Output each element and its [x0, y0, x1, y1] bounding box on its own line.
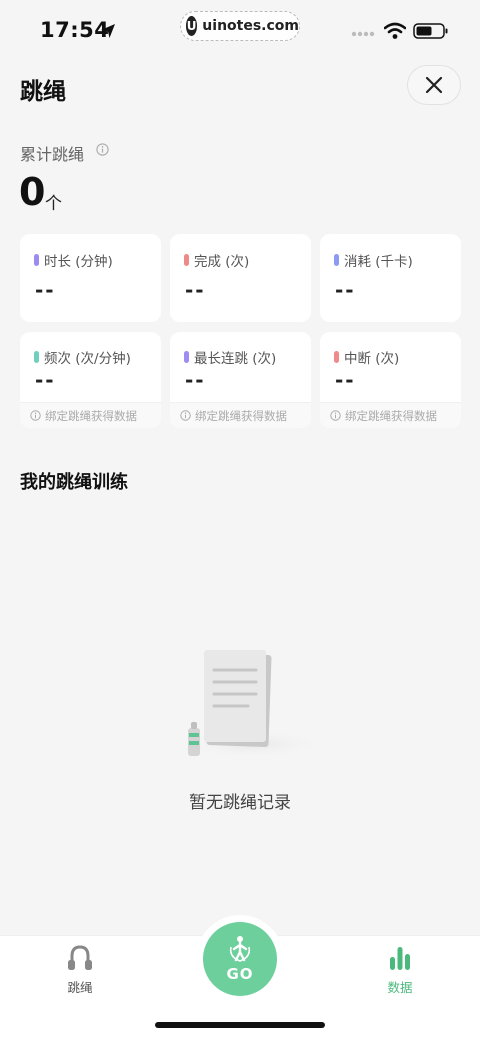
- stat-value: --: [185, 368, 206, 392]
- home-indicator: [155, 1022, 325, 1028]
- bind-rope-hint[interactable]: 绑定跳绳获得数据: [320, 402, 461, 428]
- location-arrow-icon: [101, 24, 115, 38]
- tab-rope[interactable]: 跳绳: [40, 945, 120, 996]
- battery-icon: [413, 23, 448, 39]
- training-section-title: 我的跳绳训练: [20, 472, 128, 493]
- wifi-icon: [384, 22, 406, 39]
- close-icon: [425, 76, 443, 94]
- bind-hint-text: 绑定跳绳获得数据: [195, 408, 287, 423]
- stat-card-calories: 消耗 (千卡) --: [320, 234, 461, 322]
- color-pill: [34, 254, 39, 266]
- bind-hint-text: 绑定跳绳获得数据: [45, 408, 137, 423]
- stat-card-completed: 完成 (次) --: [170, 234, 311, 322]
- jumping-person-icon: [229, 936, 251, 962]
- color-pill: [34, 351, 39, 363]
- stat-label: 时长 (分钟): [44, 254, 113, 270]
- color-pill: [334, 254, 339, 266]
- bind-rope-hint[interactable]: 绑定跳绳获得数据: [20, 402, 161, 428]
- stat-value: --: [335, 368, 356, 392]
- stat-value: --: [185, 278, 206, 302]
- info-icon: [30, 410, 41, 421]
- stat-value: --: [35, 368, 56, 392]
- stat-label: 中断 (次): [344, 351, 400, 367]
- signal-icon: [351, 31, 375, 37]
- tab-rope-label: 跳绳: [67, 980, 93, 995]
- watermark-logo: U: [186, 16, 198, 36]
- stat-card-frequency: 频次 (次/分钟) -- 绑定跳绳获得数据: [20, 332, 161, 428]
- stat-label: 最长连跳 (次): [194, 351, 277, 367]
- bind-rope-hint[interactable]: 绑定跳绳获得数据: [170, 402, 311, 428]
- total-value: 0: [19, 170, 46, 214]
- color-pill: [334, 351, 339, 363]
- tab-data-label: 数据: [387, 980, 413, 995]
- total-label: 累计跳绳: [20, 145, 85, 164]
- status-bar: 17:54 U uinotes.com: [0, 0, 480, 62]
- bar-chart-icon: [390, 947, 410, 970]
- stat-card-duration: 时长 (分钟) --: [20, 234, 161, 322]
- info-icon: [180, 410, 191, 421]
- watermark: U uinotes.com: [180, 11, 300, 41]
- stat-card-longest-streak: 最长连跳 (次) -- 绑定跳绳获得数据: [170, 332, 311, 428]
- color-pill: [184, 351, 189, 363]
- total-unit: 个: [45, 194, 62, 214]
- color-pill: [184, 254, 189, 266]
- go-button[interactable]: GO: [203, 922, 277, 996]
- bind-hint-text: 绑定跳绳获得数据: [345, 408, 437, 423]
- info-icon: [330, 410, 341, 421]
- empty-record-illustration: [180, 650, 322, 758]
- tab-data[interactable]: 数据: [360, 945, 440, 996]
- go-label: GO: [226, 965, 254, 983]
- watermark-text: uinotes.com: [202, 18, 299, 34]
- stat-value: --: [335, 278, 356, 302]
- page-title: 跳绳: [20, 79, 66, 105]
- empty-record-text: 暂无跳绳记录: [189, 793, 291, 813]
- stat-label: 频次 (次/分钟): [44, 351, 131, 367]
- stat-card-interruptions: 中断 (次) -- 绑定跳绳获得数据: [320, 332, 461, 428]
- stat-value: --: [35, 278, 56, 302]
- info-icon[interactable]: [96, 143, 109, 156]
- jump-rope-icon: [68, 945, 92, 970]
- stat-label: 消耗 (千卡): [344, 254, 413, 270]
- stat-label: 完成 (次): [194, 254, 250, 270]
- close-button[interactable]: [407, 65, 461, 105]
